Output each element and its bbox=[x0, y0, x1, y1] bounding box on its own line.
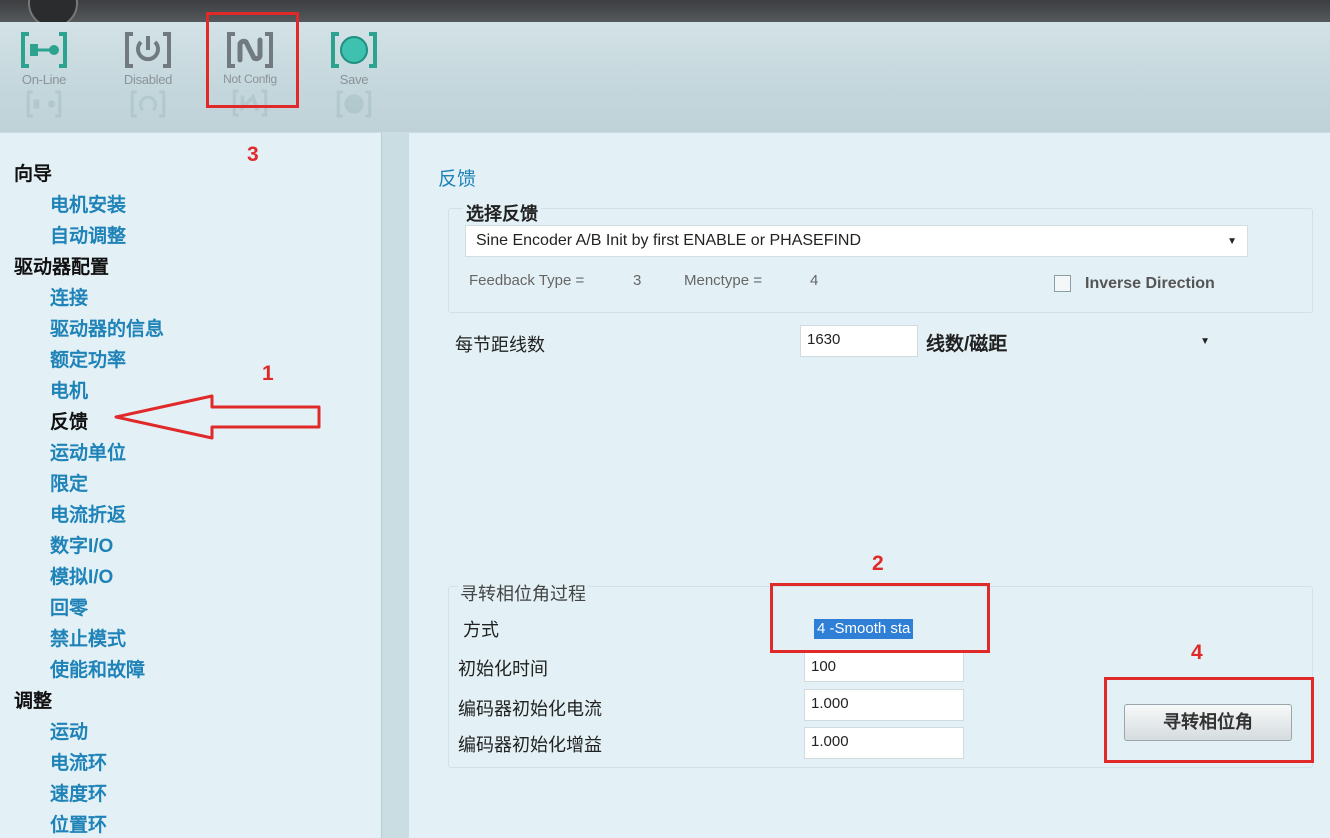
lines-unit-value: 线数/磁距 bbox=[926, 334, 1008, 355]
online-icon bbox=[21, 32, 67, 68]
select-feedback-label: 选择反馈 bbox=[463, 200, 541, 226]
save-label: Save bbox=[339, 72, 369, 87]
page-title: 反馈 bbox=[438, 169, 477, 190]
inverse-direction-label: Inverse Direction bbox=[1085, 275, 1215, 292]
online-button[interactable]: On-Line bbox=[6, 30, 82, 130]
nav-item-velocity-loop[interactable]: 速度环 bbox=[50, 779, 107, 806]
nav-item-motor[interactable]: 电机 bbox=[50, 376, 88, 403]
annotation-number-4: 4 bbox=[1191, 641, 1203, 664]
save-icon bbox=[331, 32, 377, 68]
window-title-bar bbox=[0, 0, 1330, 28]
chevron-down-icon[interactable]: ▼ bbox=[1227, 236, 1237, 247]
power-icon bbox=[125, 32, 171, 68]
init-time-label: 初始化时间 bbox=[458, 659, 548, 679]
disabled-reflection bbox=[130, 90, 166, 118]
save-button[interactable]: Save bbox=[316, 30, 392, 130]
annotation-number-3: 3 bbox=[247, 143, 259, 166]
annotation-number-2: 2 bbox=[872, 552, 884, 575]
nav-item-position-loop[interactable]: 位置环 bbox=[50, 810, 107, 837]
nav-item-disable-mode[interactable]: 禁止模式 bbox=[50, 624, 126, 651]
init-gain-input[interactable]: 1.000 bbox=[804, 727, 964, 759]
online-label: On-Line bbox=[21, 72, 67, 87]
init-current-label: 编码器初始化电流 bbox=[458, 699, 602, 719]
toolbar: On-Line Disabled Not Config Save bbox=[0, 22, 1330, 132]
nav-item-connection[interactable]: 连接 bbox=[50, 283, 88, 310]
nav-item-analog-io[interactable]: 模拟I/O bbox=[50, 562, 113, 589]
annotation-number-1: 1 bbox=[262, 362, 274, 385]
nav-item-current-loop[interactable]: 电流环 bbox=[50, 748, 107, 775]
nav-item-motion[interactable]: 运动 bbox=[50, 717, 88, 744]
nav-item-homing[interactable]: 回零 bbox=[50, 593, 88, 620]
nav-item-digital-io[interactable]: 数字I/O bbox=[50, 531, 113, 558]
nav-category-tuning[interactable]: 调整 bbox=[14, 686, 52, 713]
menctype-value: 4 bbox=[810, 272, 819, 289]
nav-item-current-foldback[interactable]: 电流折返 bbox=[50, 500, 126, 527]
init-gain-label: 编码器初始化增益 bbox=[458, 735, 602, 755]
annotation-box-3 bbox=[206, 12, 299, 108]
feedback-select[interactable]: Sine Encoder A/B Init by first ENABLE or… bbox=[465, 225, 1248, 257]
feedback-type-value: 3 bbox=[633, 272, 642, 289]
select-feedback-group bbox=[448, 208, 1313, 313]
annotation-box-4 bbox=[1104, 677, 1314, 763]
disabled-label: Disabled bbox=[123, 72, 173, 87]
lines-unit-select[interactable]: 线数/磁距 ▼ bbox=[920, 325, 1212, 357]
lines-per-pitch-label: 每节距线数 bbox=[455, 335, 545, 355]
nav-item-rated-power[interactable]: 额定功率 bbox=[50, 345, 126, 372]
nav-item-enable-fault[interactable]: 使能和故障 bbox=[50, 655, 145, 682]
nav-item-auto-tune[interactable]: 自动调整 bbox=[50, 221, 126, 248]
nav-item-motor-install[interactable]: 电机安装 bbox=[50, 190, 126, 217]
annotation-box-2 bbox=[770, 583, 990, 653]
nav-item-feedback[interactable]: 反馈 bbox=[50, 407, 88, 434]
lines-per-pitch-input[interactable]: 1630 bbox=[800, 325, 918, 357]
init-current-input[interactable]: 1.000 bbox=[804, 689, 964, 721]
annotation-arrow bbox=[114, 394, 321, 440]
sidebar-nav: 向导 电机安装 自动调整 驱动器配置 连接 驱动器的信息 额定功率 电机 反馈 … bbox=[0, 133, 382, 838]
feedback-select-value: Sine Encoder A/B Init by first ENABLE or… bbox=[476, 232, 862, 249]
inverse-direction-checkbox[interactable] bbox=[1054, 275, 1071, 292]
online-reflection bbox=[26, 90, 62, 118]
disabled-button[interactable]: Disabled bbox=[110, 30, 186, 130]
nav-item-limits[interactable]: 限定 bbox=[50, 469, 88, 496]
chevron-down-icon[interactable]: ▼ bbox=[1200, 336, 1210, 347]
feedback-type-label: Feedback Type = bbox=[469, 272, 585, 289]
nav-category-wizard[interactable]: 向导 bbox=[14, 159, 52, 186]
menctype-label: Menctype = bbox=[684, 272, 762, 289]
phase-find-group-label: 寻转相位角过程 bbox=[458, 580, 588, 606]
nav-item-motion-units[interactable]: 运动单位 bbox=[50, 438, 126, 465]
method-label: 方式 bbox=[463, 620, 499, 640]
init-time-input[interactable]: 100 bbox=[804, 652, 964, 682]
nav-item-drive-info[interactable]: 驱动器的信息 bbox=[50, 314, 164, 341]
save-reflection bbox=[336, 90, 372, 118]
nav-category-drive-config[interactable]: 驱动器配置 bbox=[14, 252, 109, 279]
